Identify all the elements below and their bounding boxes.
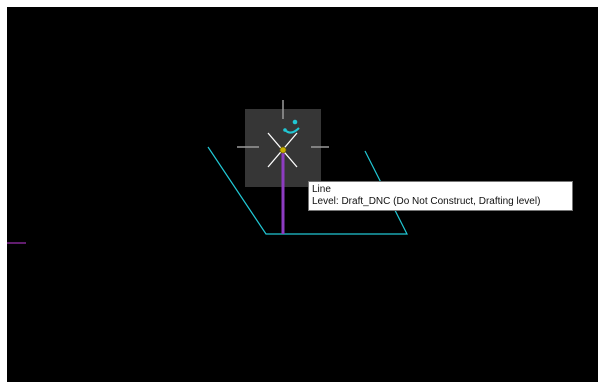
tooltip-title: Line (312, 184, 331, 195)
cad-view-window[interactable]: Line Level: Draft_DNC (Do Not Construct,… (7, 7, 598, 382)
tooltip-level-detail: Level: Draft_DNC (Do Not Construct, Draf… (312, 196, 541, 207)
element-info-tooltip: Line Level: Draft_DNC (Do Not Construct,… (308, 181, 573, 211)
snap-point-marker (279, 146, 287, 154)
